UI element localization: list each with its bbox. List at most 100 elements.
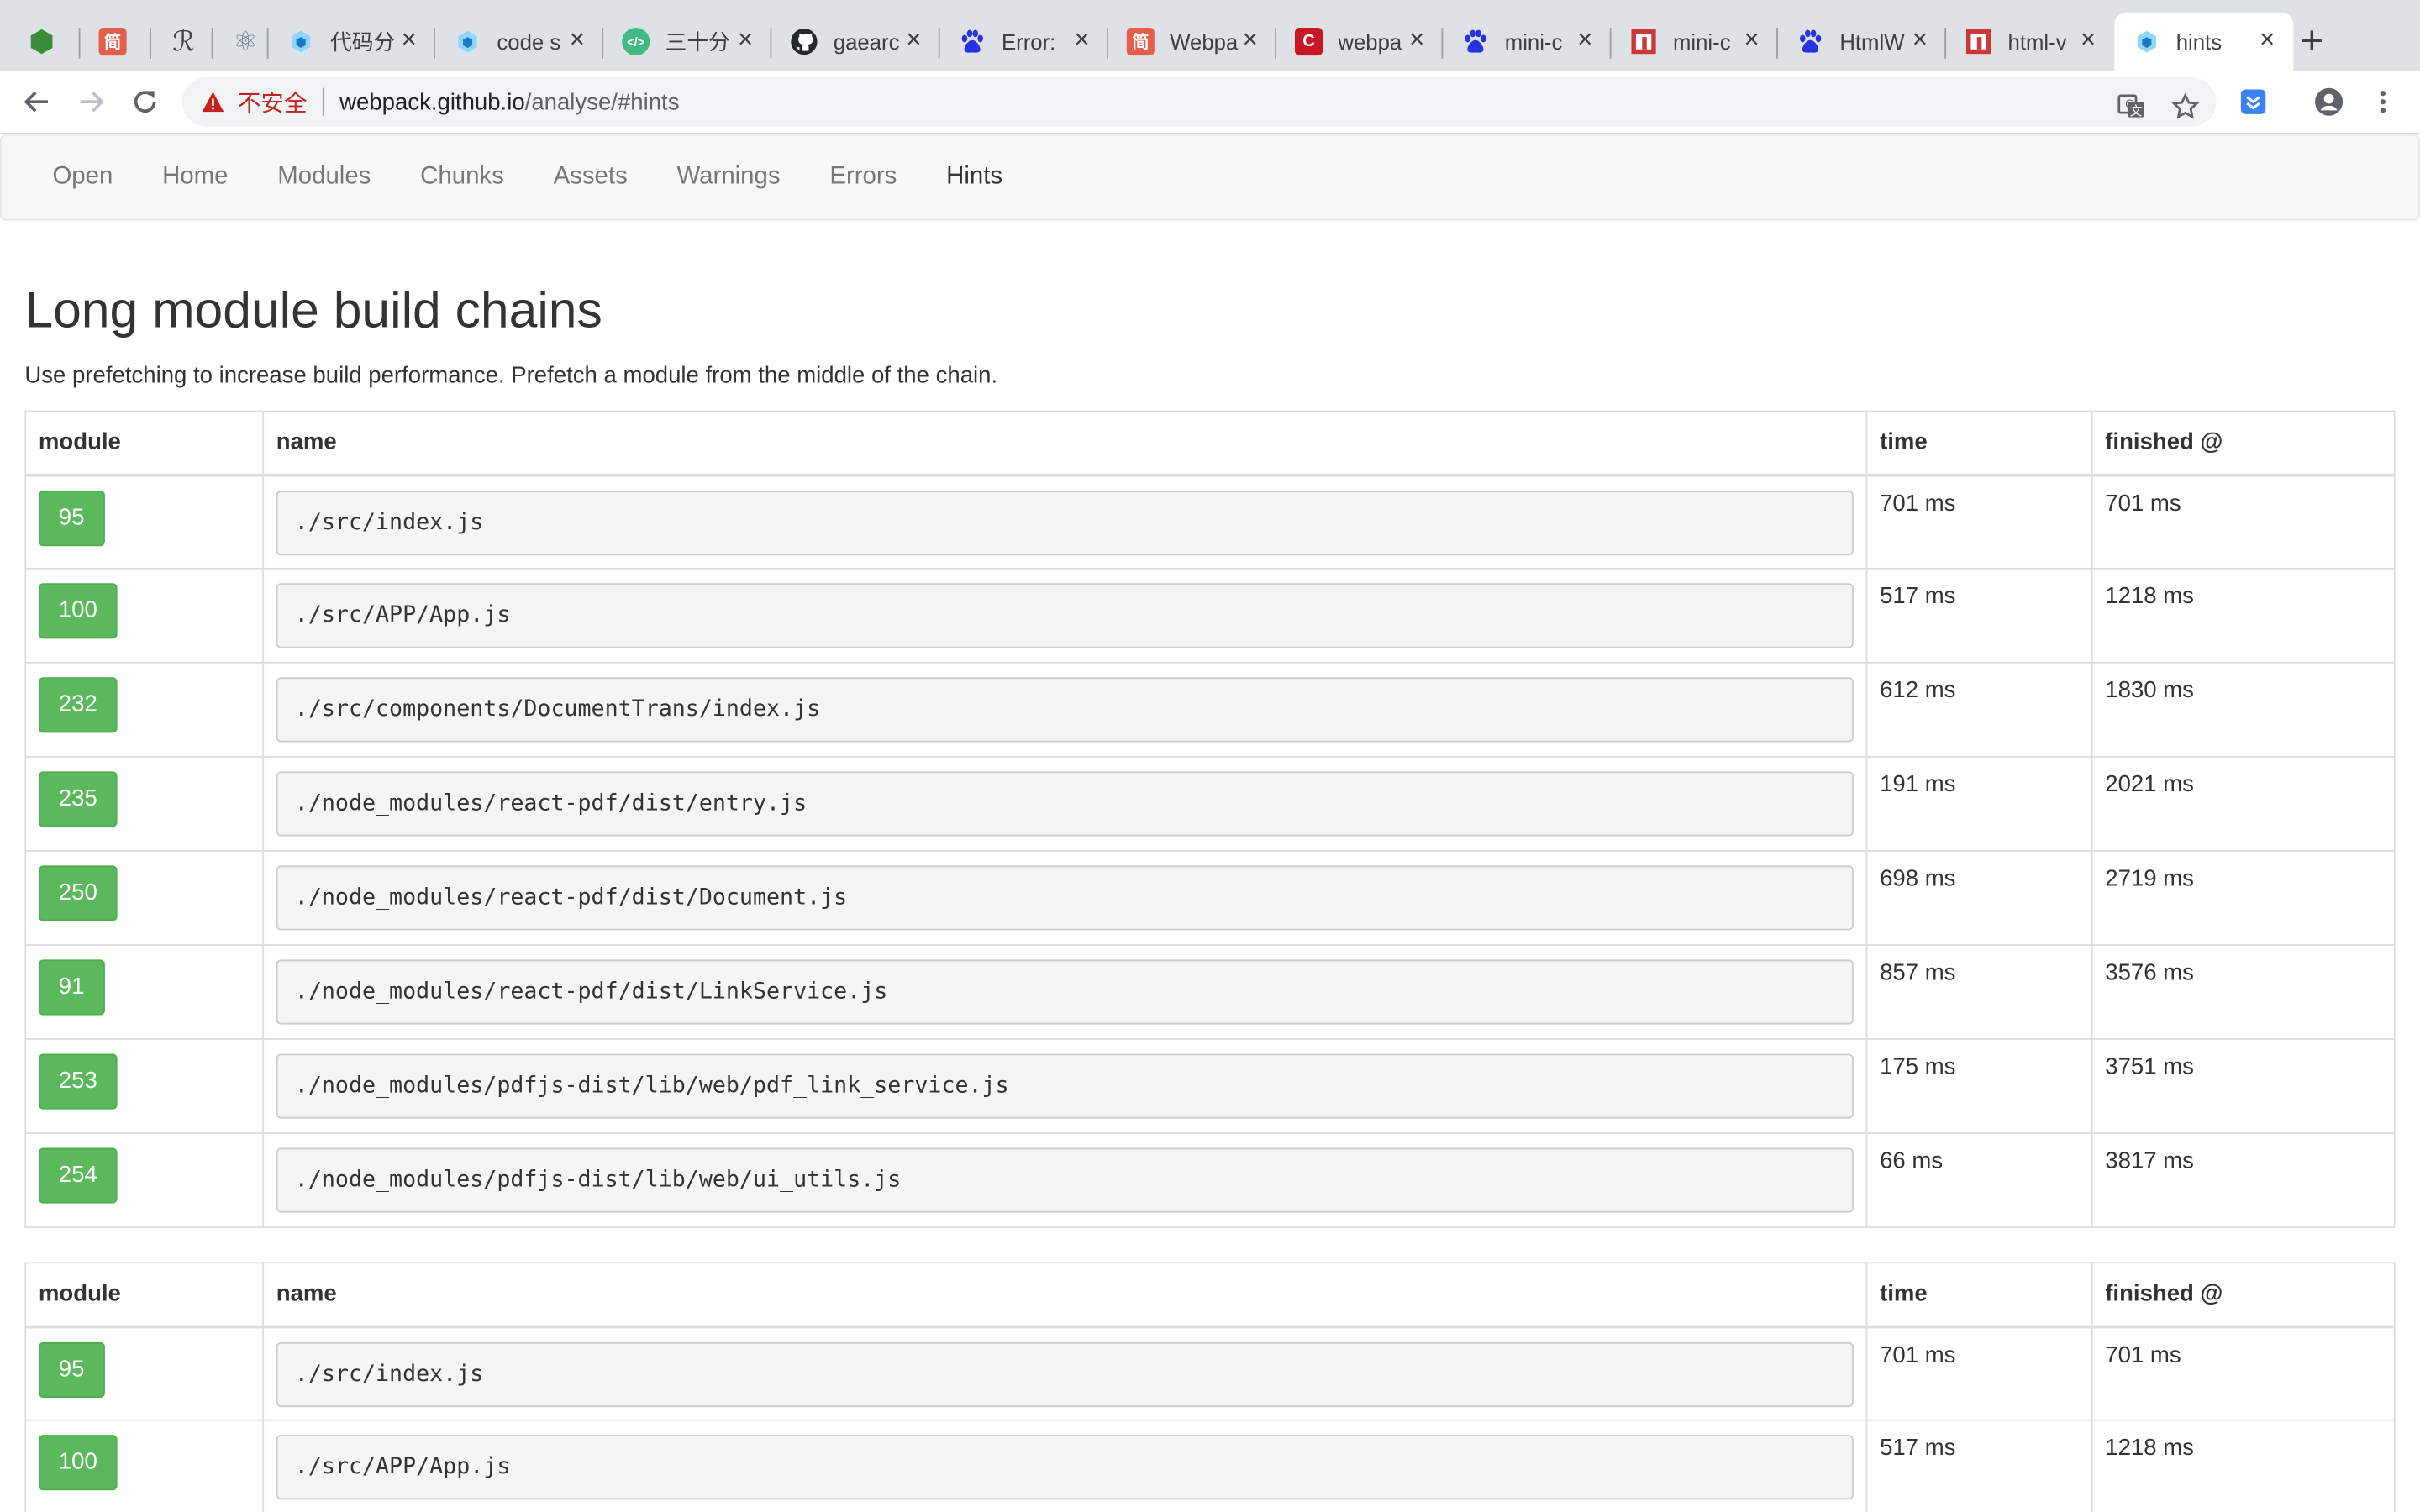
tab-close-icon[interactable]: × (563, 25, 591, 54)
module-cell: 100 (24, 1419, 265, 1512)
nav-item-home[interactable]: Home (138, 136, 253, 219)
tab-title: html-v (2007, 29, 2067, 55)
browser-tab[interactable]: ⚛ (213, 13, 269, 71)
browser-tab[interactable]: 代码分 × (269, 13, 435, 71)
module-cell: 95 (24, 1325, 265, 1421)
nav-item-hints[interactable]: Hints (922, 136, 1028, 219)
module-id-badge[interactable]: 235 (38, 771, 118, 827)
browser-toolbar: 不安全 webpack.github.io/analyse/#hints 文G (0, 71, 2420, 134)
module-id-badge[interactable]: 100 (38, 583, 118, 639)
browser-window: 简 ℛ ⚛ 代码分 × code s × </> 三十分 × gaearc × Error: × 简 Webp… (0, 0, 2420, 1512)
table-header-row: module name time finished @ (24, 1262, 2396, 1328)
browser-tab[interactable]: html-v × (1946, 13, 2114, 71)
nav-item-chunks[interactable]: Chunks (396, 136, 529, 219)
browser-tab[interactable]: HtmlW × (1778, 13, 1947, 71)
table-row: 100 ./src/APP/App.js 517 ms 1218 ms (24, 567, 2396, 664)
module-name-box: ./src/APP/App.js (276, 583, 1854, 648)
browser-tab[interactable]: hints × (2114, 12, 2294, 71)
url-host: webpack.github.io (339, 88, 525, 115)
time-cell: 517 ms (1865, 1419, 2093, 1512)
nav-item-modules[interactable]: Modules (253, 136, 396, 219)
tab-close-icon[interactable]: × (2254, 25, 2281, 54)
name-cell: ./src/APP/App.js (262, 1419, 1868, 1512)
webpack-icon (454, 28, 481, 55)
tab-close-icon[interactable]: × (732, 25, 760, 54)
app-navbar: Open Home Modules Chunks Assets Warnings Error… (0, 134, 2420, 221)
jianshu-icon: 简 (98, 28, 127, 56)
module-id-badge[interactable]: 95 (38, 490, 105, 546)
tab-title: mini-c (1672, 29, 1731, 55)
module-id-badge[interactable]: 232 (38, 677, 118, 733)
browser-tab[interactable]: 简 (81, 13, 151, 71)
bookmark-star-icon[interactable] (2169, 90, 2202, 123)
time-column-header: time (1865, 410, 2093, 476)
reload-icon[interactable] (127, 83, 164, 120)
tab-close-icon[interactable]: × (1738, 25, 1765, 54)
module-id-badge[interactable]: 95 (38, 1341, 105, 1398)
tab-close-icon[interactable]: × (900, 25, 928, 54)
address-bar[interactable]: 不安全 webpack.github.io/analyse/#hints 文G (182, 76, 2217, 127)
browser-tab[interactable]: gaearc × (771, 13, 940, 71)
tab-close-icon[interactable]: × (1906, 25, 1933, 54)
finished-cell: 701 ms (2091, 473, 2396, 570)
name-cell: ./src/index.js (262, 473, 1868, 570)
module-name-box: ./src/APP/App.js (276, 1435, 1854, 1500)
url-path: /analyse/#hints (524, 88, 680, 115)
browser-tab[interactable]: Cwebpa × (1276, 13, 1444, 71)
time-cell: 191 ms (1865, 755, 2093, 852)
tab-close-icon[interactable]: × (1571, 25, 1599, 54)
tab-close-icon[interactable]: × (1236, 25, 1264, 54)
hexagon-icon (28, 28, 55, 55)
module-id-badge[interactable]: 254 (38, 1147, 118, 1204)
browser-tab[interactable]: 简 Webpa × (1108, 13, 1276, 71)
finished-cell: 1218 ms (2091, 1419, 2396, 1512)
name-cell: ./node_modules/react-pdf/dist/entry.js (262, 755, 1868, 852)
module-id-badge[interactable]: 91 (38, 959, 105, 1016)
browser-tab[interactable]: ℛ (151, 13, 213, 71)
browser-tab[interactable]: mini-c × (1443, 13, 1612, 71)
module-id-badge[interactable]: 250 (38, 865, 118, 921)
module-id-badge[interactable]: 253 (38, 1053, 118, 1110)
nav-item-warnings[interactable]: Warnings (652, 136, 805, 219)
browser-tab[interactable]: mini-c × (1612, 13, 1778, 71)
security-label[interactable]: 不安全 (238, 86, 308, 118)
browser-tab[interactable]: </> 三十分 × (603, 13, 772, 71)
menu-kebab-icon[interactable] (2365, 83, 2402, 120)
nav-item-assets[interactable]: Assets (529, 136, 652, 219)
module-name-box: ./node_modules/pdfjs-dist/lib/web/pdf_li… (276, 1053, 1854, 1119)
nav-item-open[interactable]: Open (2, 136, 138, 219)
translate-icon[interactable]: 文G (2114, 90, 2148, 123)
jianshu-icon: 简 (1126, 28, 1155, 56)
module-name-box: ./node_modules/react-pdf/dist/LinkServic… (276, 959, 1854, 1025)
github-icon (790, 28, 818, 55)
profile-avatar-icon[interactable] (2311, 83, 2348, 120)
finished-column-header: finished @ (2091, 410, 2396, 476)
extension-icon[interactable] (2235, 83, 2272, 120)
back-icon[interactable] (18, 83, 55, 120)
csdn-icon: C (1294, 28, 1323, 56)
module-id-badge[interactable]: 100 (38, 1435, 118, 1491)
module-cell: 235 (24, 755, 265, 852)
tab-close-icon[interactable]: × (1068, 25, 1096, 54)
tab-close-icon[interactable]: × (2075, 25, 2102, 54)
time-cell: 517 ms (1865, 567, 2093, 664)
module-name-box: ./src/index.js (276, 490, 1854, 555)
tab-close-icon[interactable]: × (1403, 25, 1431, 54)
browser-tab[interactable] (9, 13, 81, 71)
time-cell: 701 ms (1865, 473, 2093, 570)
browser-tab[interactable]: Error: × (940, 13, 1108, 71)
nav-item-errors[interactable]: Errors (805, 136, 922, 219)
module-column-header: module (24, 1262, 265, 1328)
tab-title: mini-c (1504, 29, 1563, 55)
tab-title: HtmlW (1839, 29, 1905, 55)
time-cell: 175 ms (1865, 1038, 2093, 1134)
browser-tab[interactable]: code s × (435, 13, 604, 71)
tab-title: 三十分 (665, 29, 730, 55)
name-column-header: name (262, 1262, 1868, 1328)
warning-icon (202, 92, 224, 113)
forward-icon[interactable] (72, 83, 109, 120)
webpack-icon (2133, 28, 2160, 55)
finished-cell: 3751 ms (2091, 1038, 2396, 1134)
tab-close-icon[interactable]: × (395, 25, 423, 54)
new-tab-icon[interactable]: + (2291, 20, 2333, 63)
